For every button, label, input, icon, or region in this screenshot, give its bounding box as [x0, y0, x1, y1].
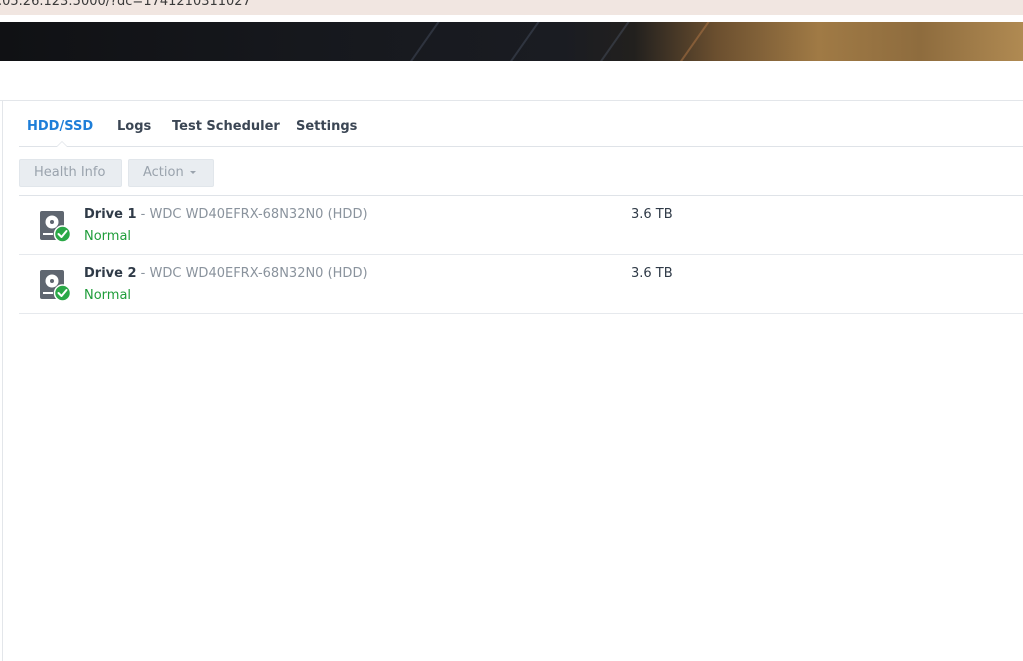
- browser-gap: [0, 15, 1023, 22]
- drive-status: Normal: [84, 288, 132, 303]
- tab-logs[interactable]: Logs: [117, 119, 151, 134]
- drive-model: WDC WD40EFRX-68N32N0 (HDD): [149, 207, 368, 222]
- app-title-bar: [0, 61, 1023, 101]
- action-button-label: Action: [143, 165, 184, 180]
- action-dropdown-button[interactable]: Action: [128, 159, 214, 187]
- hard-drive-icon: [39, 269, 73, 303]
- browser-address-bar[interactable]: .05.26.123:5000/?dc=1741210311027: [0, 0, 1023, 15]
- drive-size: 3.6 TB: [631, 207, 673, 222]
- drive-title: Drive 2 - WDC WD40EFRX-68N32N0 (HDD): [84, 266, 368, 281]
- health-info-button-label: Health Info: [34, 165, 106, 180]
- drive-separator: -: [136, 266, 150, 281]
- drive-title: Drive 1 - WDC WD40EFRX-68N32N0 (HDD): [84, 207, 368, 222]
- drive-name: Drive 2: [84, 266, 137, 281]
- storage-manager-window: HDD/SSD Logs Test Scheduler Settings Hea…: [2, 101, 1023, 661]
- drive-size: 3.6 TB: [631, 266, 673, 281]
- desktop-wallpaper-banner: [0, 22, 1023, 61]
- drive-separator: -: [136, 207, 150, 222]
- drive-status: Normal: [84, 229, 132, 244]
- health-info-button[interactable]: Health Info: [19, 159, 122, 187]
- check-circle-icon: [53, 284, 72, 302]
- tab-bar: HDD/SSD Logs Test Scheduler Settings: [19, 101, 1023, 147]
- tab-test-scheduler[interactable]: Test Scheduler: [172, 119, 280, 134]
- drive-name: Drive 1: [84, 207, 137, 222]
- drive-list-item[interactable]: Drive 1 - WDC WD40EFRX-68N32N0 (HDD) Nor…: [19, 196, 1023, 255]
- check-circle-icon: [53, 225, 72, 243]
- caret-down-icon: [189, 171, 196, 174]
- hard-drive-icon: [39, 210, 73, 244]
- tab-settings[interactable]: Settings: [296, 119, 357, 134]
- tab-hdd-ssd[interactable]: HDD/SSD: [27, 119, 93, 134]
- drive-list-item[interactable]: Drive 2 - WDC WD40EFRX-68N32N0 (HDD) Nor…: [19, 255, 1023, 314]
- drive-model: WDC WD40EFRX-68N32N0 (HDD): [149, 266, 368, 281]
- browser-url-text: .05.26.123:5000/?dc=1741210311027: [0, 0, 251, 9]
- toolbar: Health Info Action: [19, 147, 1023, 196]
